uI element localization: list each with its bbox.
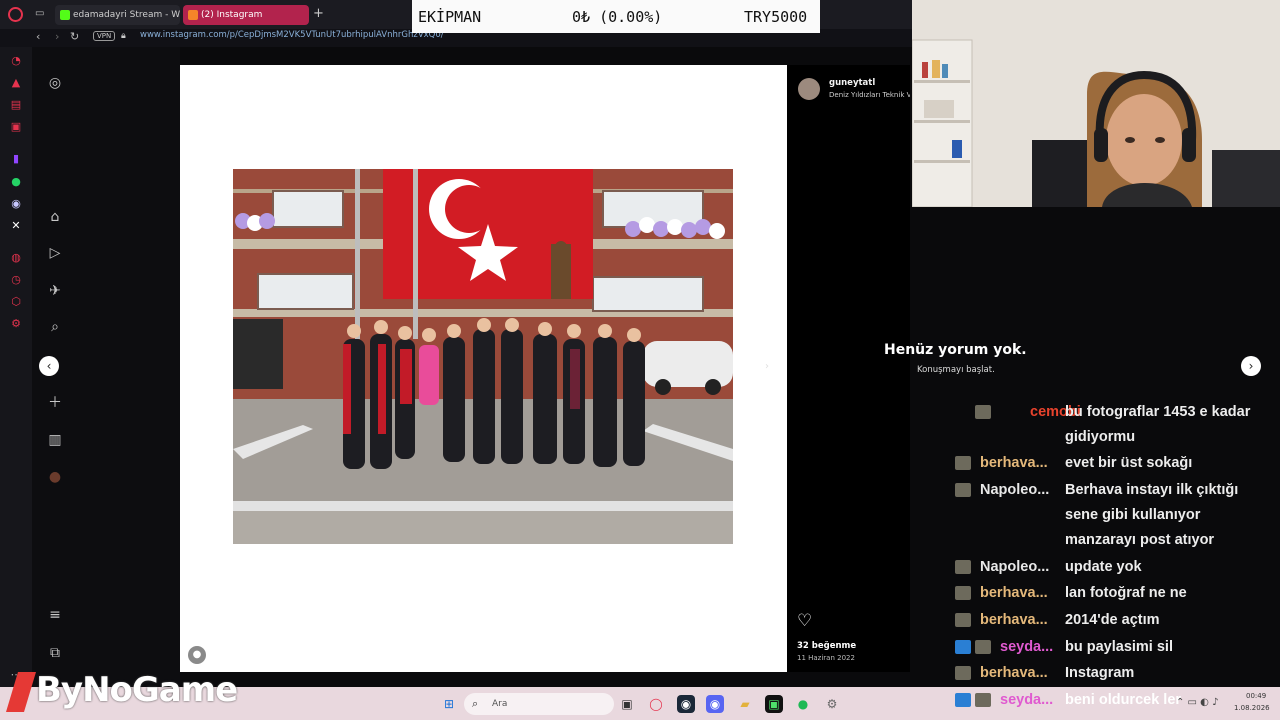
chat-badge-icon (955, 640, 971, 654)
chat-text: beni oldurcek ler (1065, 692, 1182, 708)
like-heart-icon[interactable]: ♡ (797, 611, 812, 631)
bynogame-watermark: ByNoGame (36, 670, 238, 710)
pinboard-icon[interactable]: ▤ (9, 98, 23, 112)
app-icon[interactable]: ▣ (765, 695, 783, 713)
opera-taskbar-icon[interactable]: ◯ (647, 695, 665, 713)
webcam-scene-illustration (912, 0, 1280, 207)
chat-badge-icon (955, 666, 971, 680)
start-windows-icon[interactable]: ⊞ (440, 695, 458, 713)
instagram-icon (188, 10, 198, 20)
tagged-user-icon[interactable]: ● (188, 646, 206, 664)
opera-logo-icon[interactable] (8, 7, 23, 22)
chat-username[interactable]: berhava... (980, 608, 1048, 633)
history-icon[interactable]: ◷ (9, 273, 23, 287)
meta-icon[interactable]: ⧉ (46, 644, 64, 662)
reels-icon[interactable]: ▷ (46, 244, 64, 262)
ticker-change: 0₺ (0.00%) (572, 8, 663, 26)
vpn-badge[interactable]: VPN (93, 31, 116, 41)
opera-sidebar (0, 47, 32, 687)
tab-label: edamadayri Stream - Watc (73, 10, 180, 20)
tab-edamadayri-stream[interactable]: edamadayri Stream - Watc (55, 5, 180, 25)
profile-avatar[interactable]: ● (46, 468, 64, 486)
no-comments-subtitle[interactable]: Konuşmayı başlat. (917, 365, 995, 375)
chat-badge-icon (975, 405, 991, 419)
instagram-logo-icon[interactable]: ◎ (46, 74, 64, 92)
no-comments-title: Henüz yorum yok. (884, 342, 1027, 358)
like-count[interactable]: 32 beğenme (797, 641, 856, 651)
taskbar-search-input[interactable]: Ara (464, 693, 614, 715)
chat-badge-icon (955, 560, 971, 574)
next-post-button[interactable]: › (1241, 356, 1261, 376)
tab-label: (2) Instagram (201, 10, 263, 20)
chat-username[interactable]: berhava... (980, 581, 1048, 606)
stream-ticker: EKİPMAN 0₺ (0.00%) TRY5000 (412, 0, 820, 33)
chat-badge-icon (975, 640, 991, 654)
chat-badge-icon (955, 613, 971, 627)
aria-icon[interactable]: ▲ (9, 76, 23, 90)
messenger-icon[interactable]: ▣ (9, 120, 23, 134)
chat-text: bu fotograflar 1453 e kadar gidiyormu (1065, 404, 1251, 445)
post-location[interactable]: Deniz Yıldızları Teknik V (829, 91, 910, 99)
discord-icon[interactable]: ◉ (9, 197, 23, 211)
twitch-icon[interactable]: ▮ (9, 152, 23, 166)
chat-username[interactable]: Napoleo... (980, 555, 1049, 580)
url-text[interactable]: www.instagram.com/p/CepDjmsM2VK5VTunUt7u… (140, 30, 444, 40)
tab-menu-icon[interactable]: ▭ (35, 8, 44, 19)
extensions-icon[interactable]: ⬡ (9, 295, 23, 309)
chat-text: 2014'de açtım (1065, 612, 1160, 628)
chat-text: Instagram (1065, 665, 1135, 681)
whatsapp-icon[interactable]: ● (9, 175, 23, 189)
search-icon: ⌕ (472, 697, 479, 710)
chat-badge-icon (955, 586, 971, 600)
reload-icon[interactable]: ↻ (70, 30, 79, 43)
chat-badge-icon (955, 693, 971, 707)
chat-username[interactable]: berhava... (980, 661, 1048, 686)
chat-text: Berhava instayı ilk çıktığı sene gibi ku… (1065, 482, 1239, 548)
forward-icon[interactable]: › (55, 30, 59, 43)
post-date: 11 Haziran 2022 (797, 654, 855, 662)
carousel-next-hint-icon: › (765, 361, 769, 372)
discord-taskbar-icon[interactable]: ◉ (706, 695, 724, 713)
chat-text: update yok (1065, 559, 1142, 575)
post-photo[interactable] (233, 169, 733, 544)
tab-instagram[interactable]: (2) Instagram (183, 5, 309, 25)
x-icon[interactable]: ✕ (9, 219, 23, 233)
spotify-icon[interactable]: ● (794, 695, 812, 713)
chat-text: evet bir üst sokağı (1065, 455, 1193, 471)
folder-icon[interactable]: ▰ (736, 695, 754, 713)
back-icon[interactable]: ‹ (36, 30, 40, 43)
chat-badge-icon (955, 483, 971, 497)
webcam-overlay (912, 0, 1280, 207)
chat-username[interactable]: seyda... (1000, 688, 1053, 713)
previous-post-button[interactable]: ‹ (39, 356, 59, 376)
insights-icon[interactable]: ▥ (46, 431, 64, 449)
menu-icon[interactable]: ≡ (46, 606, 64, 624)
author-avatar[interactable] (798, 78, 820, 100)
chat-username[interactable]: Napoleo... (980, 478, 1049, 503)
ticker-label: EKİPMAN (418, 8, 482, 26)
ticker-value: TRY5000 (744, 8, 808, 26)
ai-icon[interactable]: ◔ (9, 54, 23, 68)
kick-icon (60, 10, 70, 20)
lock-icon: 🔒︎ (121, 31, 126, 41)
post-details-panel (787, 65, 910, 672)
chat-badge-icon (975, 693, 991, 707)
graduation-photo-illustration (233, 169, 733, 544)
new-tab-button[interactable]: + (313, 6, 324, 21)
chat-username[interactable]: seyda... (1000, 635, 1053, 660)
search-icon[interactable]: ⌕ (46, 318, 64, 336)
chat-username[interactable]: berhava... (980, 451, 1048, 476)
settings-taskbar-icon[interactable]: ⚙ (823, 695, 841, 713)
messages-icon[interactable]: ✈ (46, 282, 64, 300)
settings-icon[interactable]: ⚙ (9, 317, 23, 331)
home-icon[interactable]: ⌂ (46, 208, 64, 226)
chat-badge-icon (955, 456, 971, 470)
file-explorer-icon[interactable]: ▣ (618, 695, 636, 713)
steam-icon[interactable]: ◉ (677, 695, 695, 713)
create-icon[interactable]: ＋ (46, 394, 64, 412)
music-icon[interactable]: ◍ (9, 251, 23, 265)
chat-text: bu paylasimi sil (1065, 639, 1173, 655)
chat-text: lan fotoğraf ne ne (1065, 585, 1187, 601)
author-username[interactable]: guneytatl (829, 78, 875, 88)
